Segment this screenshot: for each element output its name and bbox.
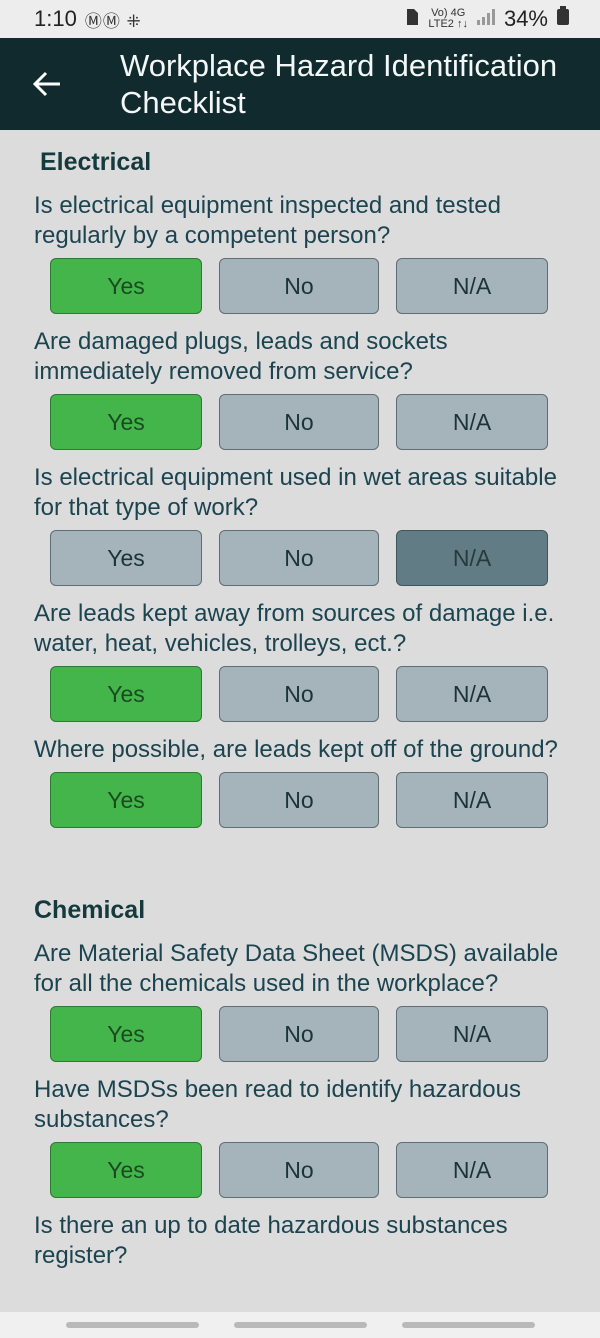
question-text: Is there an up to date hazardous substan… bbox=[34, 1212, 508, 1269]
na-button[interactable]: N/A bbox=[396, 530, 548, 586]
yes-button[interactable]: Yes bbox=[50, 530, 202, 586]
no-button[interactable]: No bbox=[219, 1142, 379, 1198]
question-text: Is electrical equipment used in wet area… bbox=[34, 464, 557, 521]
answer-group: Yes No N/A bbox=[50, 1142, 600, 1198]
status-bar: 1:10 ⓂⓂ ⁜ Vo) 4G LTE2 ↑↓ 34% bbox=[0, 0, 600, 38]
answer-group: Yes No N/A bbox=[50, 394, 600, 450]
status-time: 1:10 bbox=[34, 6, 77, 31]
checklist-content[interactable]: Electrical Is electrical equipment inspe… bbox=[0, 130, 600, 1312]
no-button[interactable]: No bbox=[219, 530, 379, 586]
yes-button[interactable]: Yes bbox=[50, 1142, 202, 1198]
na-button[interactable]: N/A bbox=[396, 1006, 548, 1062]
no-button[interactable]: No bbox=[219, 1006, 379, 1062]
na-button[interactable]: N/A bbox=[396, 1142, 548, 1198]
na-button[interactable]: N/A bbox=[396, 666, 548, 722]
back-button[interactable] bbox=[12, 38, 82, 130]
arrow-left-icon bbox=[32, 71, 60, 97]
na-button[interactable]: N/A bbox=[396, 258, 548, 314]
question-text: Where possible, are leads kept off of th… bbox=[34, 736, 558, 763]
app-bar: Workplace Hazard Identification Checklis… bbox=[0, 38, 600, 130]
answer-group: Yes No N/A bbox=[50, 530, 600, 586]
question-text: Are damaged plugs, leads and sockets imm… bbox=[34, 328, 448, 385]
yes-button[interactable]: Yes bbox=[50, 772, 202, 828]
question-text: Are Material Safety Data Sheet (MSDS) av… bbox=[34, 940, 559, 997]
answer-group: Yes No N/A bbox=[50, 1006, 600, 1062]
yes-button[interactable]: Yes bbox=[50, 394, 202, 450]
question-text: Is electrical equipment inspected and te… bbox=[34, 192, 501, 249]
answer-group: Yes No N/A bbox=[50, 772, 600, 828]
battery-icon bbox=[556, 6, 570, 32]
network-bottom: LTE2 ↑↓ bbox=[428, 18, 468, 30]
yes-button[interactable]: Yes bbox=[50, 666, 202, 722]
yes-button[interactable]: Yes bbox=[50, 258, 202, 314]
no-button[interactable]: No bbox=[219, 258, 379, 314]
no-button[interactable]: No bbox=[219, 772, 379, 828]
status-right: Vo) 4G LTE2 ↑↓ 34% bbox=[404, 6, 570, 32]
home-handle[interactable] bbox=[233, 1322, 367, 1328]
na-button[interactable]: N/A bbox=[396, 394, 548, 450]
na-button[interactable]: N/A bbox=[396, 772, 548, 828]
yes-button[interactable]: Yes bbox=[50, 1006, 202, 1062]
network-indicator: Vo) 4G LTE2 ↑↓ bbox=[428, 8, 468, 30]
question-text: Are leads kept away from sources of dama… bbox=[34, 600, 555, 657]
signal-icon bbox=[476, 6, 496, 32]
system-nav-bar bbox=[0, 1312, 600, 1338]
no-button[interactable]: No bbox=[219, 394, 379, 450]
answer-group: Yes No N/A bbox=[50, 666, 600, 722]
notification-icons: ⓂⓂ ⁜ bbox=[84, 11, 142, 31]
page-title: Workplace Hazard Identification Checklis… bbox=[120, 48, 558, 120]
section-title-chemical: Chemical bbox=[34, 896, 146, 924]
battery-level: 34% bbox=[503, 6, 548, 31]
sim-icon bbox=[404, 6, 420, 32]
status-left: 1:10 ⓂⓂ ⁜ bbox=[34, 6, 142, 32]
section-title-electrical: Electrical bbox=[40, 148, 152, 176]
back-handle[interactable] bbox=[401, 1322, 535, 1328]
recents-handle[interactable] bbox=[65, 1322, 199, 1328]
answer-group: Yes No N/A bbox=[50, 258, 600, 314]
no-button[interactable]: No bbox=[219, 666, 379, 722]
question-text: Have MSDSs been read to identify hazardo… bbox=[34, 1076, 521, 1133]
